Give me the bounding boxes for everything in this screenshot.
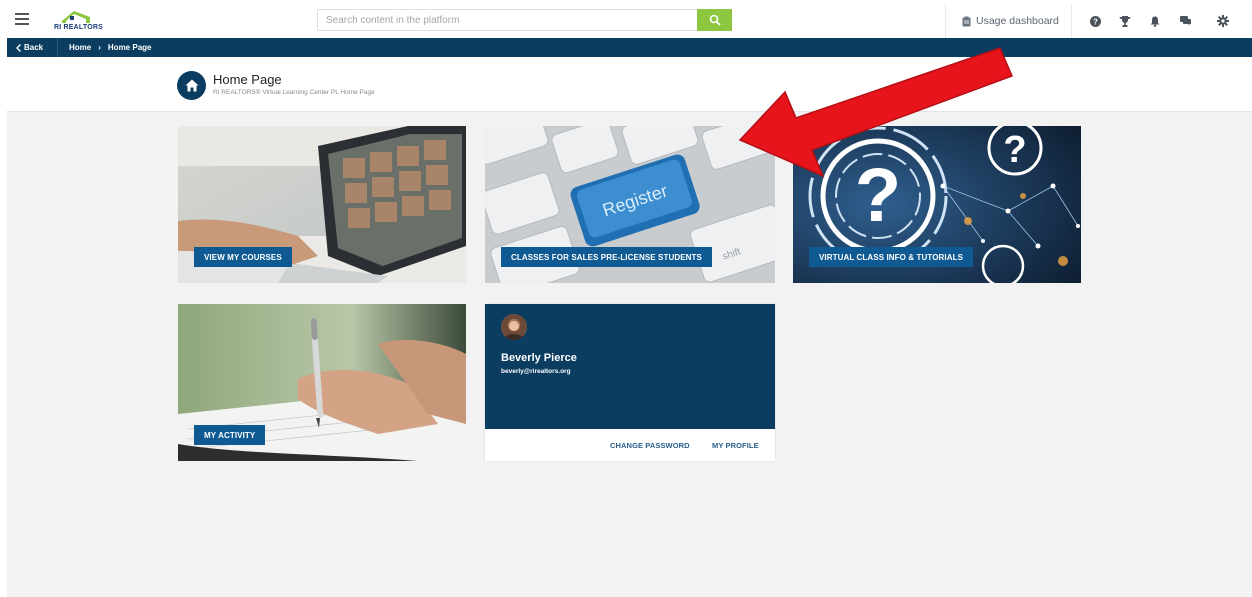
messages-button[interactable] (1170, 4, 1200, 38)
page-subtitle: RI REALTORS® Virtual Learning Center PL … (213, 89, 375, 96)
tile-classes-pre-license[interactable]: Register shift CLASSES FOR SALES PRE-LIC… (485, 126, 775, 283)
search-icon (709, 14, 721, 26)
logo-text: RI REALTORS (54, 24, 103, 31)
tile-my-activity[interactable]: MY ACTIVITY (178, 304, 466, 461)
my-profile-link[interactable]: MY PROFILE (712, 441, 759, 450)
tile-view-my-courses[interactable]: VIEW MY COURSES (178, 126, 466, 283)
bell-icon (1150, 16, 1160, 27)
usage-dashboard-button[interactable]: Usage dashboard (945, 4, 1072, 38)
home-icon (185, 79, 198, 92)
back-button[interactable]: Back (7, 38, 58, 57)
svg-text:?: ? (1003, 129, 1026, 171)
tile-label: VIRTUAL CLASS INFO & TUTORIALS (809, 247, 974, 267)
top-bar: RI REALTORS Usage dashboard ? (7, 4, 1252, 38)
back-label: Back (24, 43, 44, 52)
search-input[interactable] (317, 9, 697, 31)
svg-text:?: ? (1093, 17, 1098, 26)
gear-icon (1217, 15, 1229, 27)
avatar[interactable] (501, 314, 527, 340)
main-content: VIEW MY COURSES Register shift CLASSES F… (7, 112, 1252, 597)
menu-icon[interactable] (15, 13, 29, 25)
profile-card: Beverly Pierce beverly@rirealtors.org CH… (485, 304, 775, 461)
chevron-left-icon (16, 43, 21, 52)
tile-label: VIEW MY COURSES (194, 247, 292, 267)
home-icon-badge (177, 71, 206, 100)
tile-label: MY ACTIVITY (194, 425, 266, 445)
search-bar (317, 9, 732, 31)
profile-card-header: Beverly Pierce beverly@rirealtors.org (485, 304, 775, 429)
header-tools: Usage dashboard ? (945, 4, 1238, 38)
page-header: Home Page RI REALTORS® Virtual Learning … (7, 57, 1252, 112)
breadcrumb-bar: Back Home › Home Page (7, 38, 1252, 57)
notifications-button[interactable] (1140, 4, 1170, 38)
breadcrumb: Home › Home Page (69, 38, 151, 57)
tile-label: CLASSES FOR SALES PRE-LICENSE STUDENTS (501, 247, 712, 267)
search-button[interactable] (697, 9, 732, 31)
help-button[interactable]: ? (1080, 4, 1110, 38)
profile-name: Beverly Pierce (501, 352, 577, 364)
help-icon: ? (1089, 15, 1101, 27)
breadcrumb-current: Home Page (107, 43, 152, 52)
tile-virtual-class-info[interactable]: ? ? VIRTUAL CLASS INFO & TUTORIALS (793, 126, 1081, 283)
change-password-link[interactable]: CHANGE PASSWORD (610, 441, 690, 450)
breadcrumb-home[interactable]: Home (69, 43, 91, 52)
profile-email: beverly@rirealtors.org (501, 368, 571, 375)
usage-dashboard-label: Usage dashboard (976, 15, 1059, 27)
trophy-icon (1119, 15, 1131, 27)
chat-icon (1179, 16, 1191, 26)
svg-text:?: ? (855, 153, 901, 238)
page-title: Home Page (213, 72, 282, 87)
breadcrumb-separator: › (98, 43, 101, 52)
clipboard-icon (962, 16, 971, 26)
achievements-button[interactable] (1110, 4, 1140, 38)
settings-button[interactable] (1208, 4, 1238, 38)
